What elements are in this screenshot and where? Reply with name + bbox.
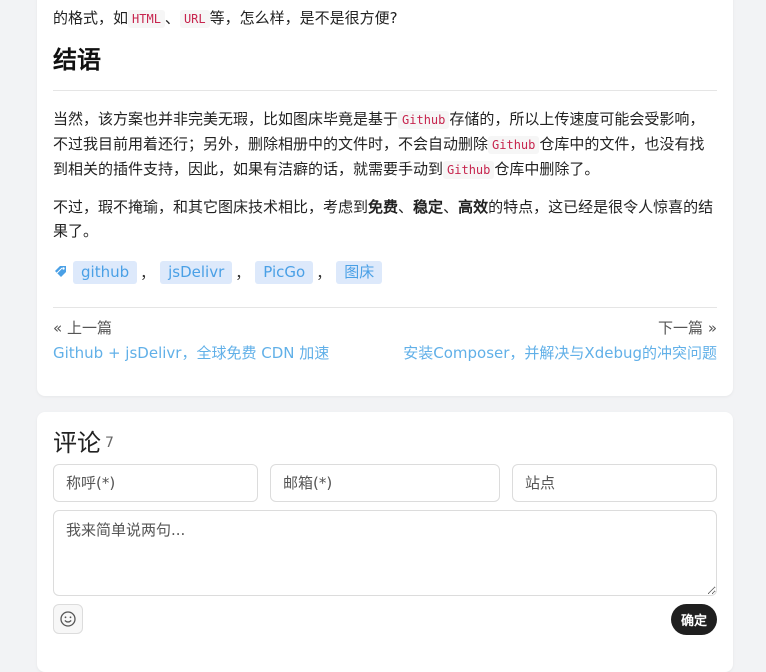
smile-icon <box>60 611 76 627</box>
intro-paragraph: 的格式，如 HTML、 URL 等，怎么样，是不是很方便? <box>53 6 717 31</box>
bold-text: 高效 <box>458 198 489 216</box>
conclusion-paragraph-1: 当然，该方案也并非完美无瑕，比如图床毕竟是基于 Github 存储的，所以上传速度可… <box>53 107 719 182</box>
comments-card: 评论7 确定 <box>37 412 733 672</box>
article-card: 的格式，如 HTML、 URL 等，怎么样，是不是很方便? 结语 当然，该方案也并非完… <box>37 0 733 396</box>
bold-text: 稳定 <box>413 198 444 216</box>
tag-separator: ， <box>316 263 332 282</box>
submit-button[interactable]: 确定 <box>670 604 717 635</box>
tag-github[interactable]: github <box>73 260 138 284</box>
paragraph-text: 当然，该方案也并非完美无瑕，比如图床毕竟是基于 <box>53 110 399 128</box>
inline-code: HTML <box>128 10 165 28</box>
email-field[interactable] <box>270 464 500 502</box>
conclusion-paragraph-2: 不过，瑕不掩瑜，和其它图床技术相比，考虑到免费、稳定、高效的特点，这已经是很令人… <box>53 195 719 243</box>
tag-icon <box>53 264 69 280</box>
intro-text: 等，怎么样，是不是很方便? <box>209 9 398 27</box>
paragraph-text: 、 <box>398 198 414 216</box>
intro-text: 的格式，如 <box>53 9 129 27</box>
comment-textarea[interactable] <box>53 510 717 596</box>
section-heading: 结语 <box>53 46 101 74</box>
tag-list: github， jsDelivr， PicGo，图床 <box>53 260 383 284</box>
prev-post-link[interactable]: Github + jsDelivr，全球免费 CDN 加速 <box>53 342 329 364</box>
comments-heading: 评论 7 <box>53 428 114 458</box>
name-field[interactable] <box>53 464 258 502</box>
tag-picgo[interactable]: PicGo <box>255 260 314 284</box>
site-field[interactable] <box>512 464 717 502</box>
next-post-link[interactable]: 安装Composer，并解决与Xdebug的冲突问题 <box>403 342 717 364</box>
comment-count: 7 <box>105 435 114 451</box>
tag-jsdelivr[interactable]: jsDelivr <box>160 260 233 284</box>
nav-divider <box>53 307 717 308</box>
inline-code: Github <box>443 161 495 179</box>
tag-separator: ， <box>235 263 251 282</box>
heading-divider <box>53 90 717 91</box>
inline-code: Github <box>398 111 450 129</box>
tag-image-hosting[interactable]: 图床 <box>336 260 383 284</box>
inline-code: URL <box>179 10 210 28</box>
inline-code: Github <box>488 136 540 154</box>
prev-post-label: « 上一篇 <box>53 319 112 337</box>
paragraph-text: 不过，瑕不掩瑜，和其它图床技术相比，考虑到 <box>53 198 369 216</box>
paragraph-text: 、 <box>443 198 459 216</box>
tag-separator: ， <box>140 263 156 282</box>
comments-title: 评论 <box>53 429 101 457</box>
next-post-label: 下一篇 » <box>658 319 717 337</box>
bold-text: 免费 <box>368 198 399 216</box>
emoji-button[interactable] <box>53 604 83 634</box>
paragraph-text: 仓库中删除了。 <box>494 160 600 178</box>
intro-text: 、 <box>164 9 180 27</box>
